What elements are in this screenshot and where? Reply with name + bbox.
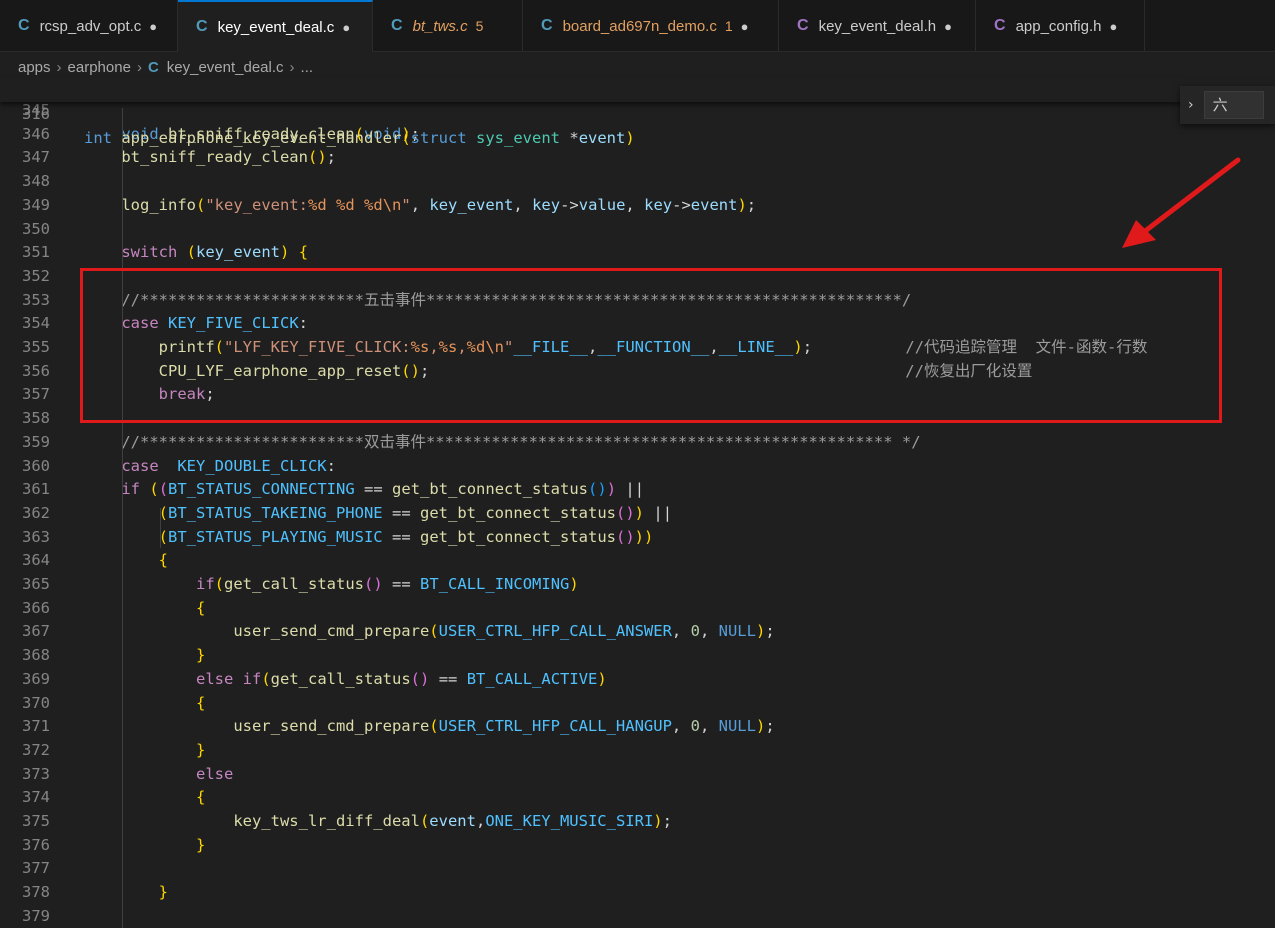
line-number: 358 — [22, 409, 50, 428]
breadcrumb-apps[interactable]: apps — [18, 59, 51, 76]
line-number: 361 — [22, 480, 50, 499]
tab-board-ad697n-demo-c[interactable]: Cboard_ad697n_demo.c 1 ● — [523, 0, 779, 52]
toggle-replace-chevron-icon[interactable]: › — [1188, 97, 1194, 113]
line-number: 351 — [22, 243, 50, 262]
code-text: //************************双击事件**********… — [121, 432, 921, 451]
tab-label: rcsp_adv_opt.c — [39, 17, 142, 35]
code-text: { — [195, 788, 206, 807]
line-number: 369 — [22, 669, 50, 688]
problem-count-badge: 1 — [724, 18, 733, 34]
code-text: { — [195, 693, 206, 712]
problem-count-badge: 5 — [475, 18, 484, 34]
code-text: user_send_cmd_prepare(USER_CTRL_HFP_CALL… — [233, 622, 775, 641]
c-file-icon: C — [541, 17, 553, 34]
line-number: 352 — [22, 266, 50, 285]
c-file-icon: C — [196, 18, 208, 35]
red-highlight-box — [80, 268, 1222, 423]
editor-tab-bar: Crcsp_adv_opt.c ● Ckey_event_deal.c ● Cbt_tw… — [0, 0, 1275, 52]
line-number: 356 — [22, 361, 50, 380]
red-arrow-icon — [1122, 157, 1241, 248]
line-number: 368 — [22, 646, 50, 665]
line-number: 367 — [22, 622, 50, 641]
code-text: user_send_cmd_prepare(USER_CTRL_HFP_CALL… — [233, 717, 775, 736]
c-file-icon: C — [797, 17, 809, 34]
line-number: 359 — [22, 432, 50, 451]
line-number: 357 — [22, 385, 50, 404]
breadcrumb-more[interactable]: ... — [301, 59, 314, 76]
line-number: 376 — [22, 835, 50, 854]
tab-label: bt_tws.c — [412, 17, 468, 35]
line-number: 373 — [22, 764, 50, 783]
code-text: if ((BT_STATUS_CONNECTING == get_bt_conn… — [121, 480, 645, 499]
line-number: 364 — [22, 551, 50, 570]
find-input[interactable]: 六 — [1203, 91, 1264, 119]
breadcrumb-separator: › — [289, 58, 295, 76]
breadcrumb-separator: › — [56, 58, 62, 76]
code-text: (BT_STATUS_TAKEING_PHONE == get_bt_conne… — [158, 503, 673, 522]
line-number: 363 — [22, 527, 50, 546]
code-text: else if(get_call_status() == BT_CALL_ACT… — [195, 669, 607, 688]
code-text: } — [195, 740, 206, 759]
line-number: 375 — [22, 812, 50, 830]
line-number: 353 — [22, 290, 50, 309]
code-text: } — [195, 646, 206, 665]
unsaved-dot-icon[interactable]: ● — [1109, 19, 1117, 34]
line-number: 350 — [22, 219, 50, 238]
c-file-icon: C — [391, 17, 403, 34]
indent-guide — [122, 108, 123, 928]
line-number: 374 — [22, 788, 50, 807]
sticky-scroll-header[interactable]: 316 int app_earphone_key_event_handler(s… — [0, 78, 1275, 147]
line-number: 365 — [22, 575, 50, 593]
code-text: key_tws_lr_diff_deal(event,ONE_KEY_MUSIC… — [233, 812, 672, 830]
tab-label: app_config.h — [1015, 17, 1102, 35]
code-text: { — [195, 598, 206, 617]
tab-key-event-deal-c[interactable]: Ckey_event_deal.c ● — [178, 0, 373, 52]
line-number: 371 — [22, 717, 50, 736]
breadcrumb-separator: › — [136, 58, 142, 76]
breadcrumb: apps › earphone › C key_event_deal.c › .… — [18, 56, 313, 78]
unsaved-dot-icon[interactable]: ● — [944, 19, 952, 34]
code-text: switch (key_event) { — [121, 243, 309, 262]
breadcrumb-earphone[interactable]: earphone — [68, 59, 131, 76]
code-text: { — [158, 551, 168, 570]
unsaved-dot-icon[interactable]: ● — [741, 19, 749, 34]
line-number: 372 — [22, 740, 50, 759]
tab-label: key_event_deal.c — [217, 18, 335, 36]
code-text: if(get_call_status() == BT_CALL_INCOMING… — [195, 575, 579, 593]
breadcrumb-file[interactable]: key_event_deal.c — [167, 59, 284, 76]
unsaved-dot-icon[interactable]: ● — [149, 19, 157, 34]
line-number: 377 — [22, 859, 50, 878]
code-text: } — [158, 883, 168, 902]
line-number: 360 — [22, 456, 50, 475]
tab-label: key_event_deal.h — [818, 17, 937, 35]
line-number: 354 — [22, 314, 50, 333]
line-number: 316 — [22, 105, 50, 123]
code-editor[interactable]: 345 346 void bt_sniff_ready_clean(void); 3… — [0, 78, 1275, 928]
line-number: 366 — [22, 598, 50, 617]
c-file-icon: C — [147, 58, 159, 76]
line-number: 378 — [22, 883, 50, 902]
unsaved-dot-icon[interactable]: ● — [342, 20, 350, 35]
c-file-icon: C — [18, 17, 30, 34]
line-number: 370 — [22, 693, 50, 712]
code-text: } — [195, 835, 206, 854]
line-number: 349 — [22, 195, 50, 214]
tab-bt-tws-c[interactable]: Cbt_tws.c 5 — [373, 0, 523, 52]
line-number: 362 — [22, 503, 50, 522]
indent-guide — [160, 508, 161, 548]
c-file-icon: C — [994, 17, 1006, 34]
sticky-code-line: int app_earphone_key_event_handler(struc… — [84, 129, 635, 147]
code-text: log_info("key_event:%d %d %d\n", key_eve… — [121, 195, 757, 214]
code-text: (BT_STATUS_PLAYING_MUSIC == get_bt_conne… — [158, 527, 654, 546]
tab-label: board_ad697n_demo.c — [562, 17, 717, 35]
tab-rcsp-adv-opt-c[interactable]: Crcsp_adv_opt.c ● — [0, 0, 178, 52]
line-number: 355 — [22, 338, 50, 356]
tab-app-config-h[interactable]: Capp_config.h ● — [976, 0, 1145, 52]
find-widget: › 六 — [1180, 86, 1275, 124]
line-number: 379 — [22, 906, 50, 925]
code-text: else — [195, 764, 234, 783]
tab-key-event-deal-h[interactable]: Ckey_event_deal.h ● — [779, 0, 976, 52]
